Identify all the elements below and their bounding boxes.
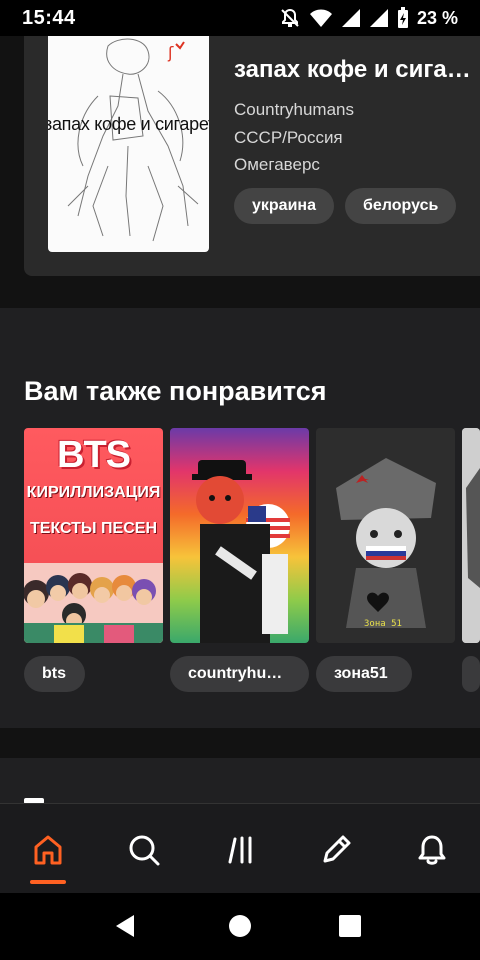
partial-illustration xyxy=(462,428,480,643)
notifications-off-icon xyxy=(281,8,299,27)
bottom-navigation xyxy=(0,803,480,893)
nav-write[interactable] xyxy=(312,826,360,874)
nav-search[interactable] xyxy=(120,826,168,874)
wifi-icon xyxy=(309,9,332,27)
status-time: 15:44 xyxy=(22,6,76,29)
signal-icon-2 xyxy=(369,9,388,27)
status-bar: 15:44 23 % xyxy=(0,0,480,36)
story-title[interactable]: запах кофе и сигарет xyxy=(234,56,474,84)
system-navigation-bar xyxy=(0,893,480,960)
back-icon xyxy=(116,915,134,937)
battery-percent: 23 % xyxy=(416,7,458,28)
story-fandom: Countryhumans xyxy=(234,100,355,119)
zona51-illustration: Зона 51 xyxy=(316,428,455,643)
signal-icon xyxy=(341,9,360,27)
cover-line: КИРИЛЛИЗАЦИЯ xyxy=(26,484,161,501)
rec-cover-zona51[interactable]: Зона 51 xyxy=(316,428,455,643)
story-pairing: СССР/Россия xyxy=(234,128,343,147)
notifications-icon xyxy=(418,835,446,865)
tag-ukraine[interactable]: украина xyxy=(234,188,334,224)
rec-cover-bts[interactable]: BTS КИРИЛЛИЗАЦИЯ ТЕКСТЫ ПЕСЕН xyxy=(24,428,163,643)
tag-belarus[interactable]: белорусь xyxy=(345,188,457,224)
battery-charging-icon xyxy=(397,7,408,28)
recents-button[interactable] xyxy=(332,908,368,944)
nav-library[interactable] xyxy=(218,826,266,874)
story-cover-text: запах кофе и сигарет xyxy=(48,114,209,134)
nav-active-indicator xyxy=(30,880,66,884)
countryhumans-illustration xyxy=(170,428,309,643)
story-card[interactable]: ʃ запах кофе и сигарет запах кофе и сига… xyxy=(24,36,480,276)
story-genre: Омегаверс xyxy=(234,155,320,174)
search-icon xyxy=(129,835,160,866)
cover-text: Зона 51 xyxy=(364,619,402,629)
svg-text:ʃ: ʃ xyxy=(167,43,174,62)
story-cover-image[interactable]: ʃ запах кофе и сигарет xyxy=(48,36,209,252)
rec-cover-countryhumans[interactable] xyxy=(170,428,309,643)
nav-home[interactable] xyxy=(24,826,72,874)
rec-cover-partial[interactable] xyxy=(462,428,480,643)
home-circle-icon xyxy=(229,915,251,937)
nav-notifications[interactable] xyxy=(408,826,456,874)
rec-tag-partial[interactable] xyxy=(462,656,480,692)
recommendations-section: Вам также понравится BTS КИРИЛЛИЗАЦИЯ ТЕ… xyxy=(0,308,480,728)
group-photo xyxy=(24,563,163,643)
cover-line: ТЕКСТЫ ПЕСЕН xyxy=(30,520,157,537)
home-icon xyxy=(34,835,62,865)
sketch-illustration: ʃ xyxy=(67,38,199,242)
back-button[interactable] xyxy=(107,908,143,944)
rec-tag-bts[interactable]: bts xyxy=(24,656,85,692)
rec-tag-countryhumans[interactable]: countryhumans xyxy=(170,656,309,692)
home-button[interactable] xyxy=(222,908,258,944)
rec-tag-zona51[interactable]: зона51 xyxy=(316,656,412,692)
library-icon xyxy=(228,836,252,864)
bts-logo: BTS xyxy=(57,434,131,476)
recents-icon xyxy=(339,915,361,937)
status-icons: 23 % xyxy=(279,7,458,29)
next-section xyxy=(0,758,480,804)
write-icon xyxy=(323,835,351,863)
recommendations-title: Вам также понравится xyxy=(24,376,327,406)
